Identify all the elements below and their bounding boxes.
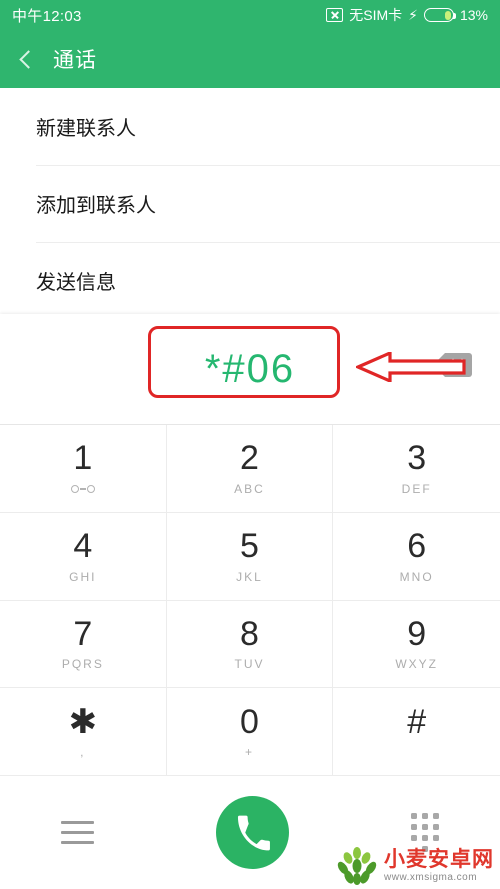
key-7[interactable]: 7 PQRS bbox=[0, 600, 167, 689]
key-1[interactable]: 1 bbox=[0, 425, 167, 513]
watermark-title: 小麦安卓网 bbox=[384, 848, 494, 871]
status-clock: 中午12:03 bbox=[12, 7, 82, 25]
key-sublabel: JKL bbox=[236, 569, 263, 584]
status-bar: 中午12:03 无SIM卡 ⚡ 13% bbox=[0, 0, 500, 30]
phone-screen: 中午12:03 无SIM卡 ⚡ 13% 通话 新建联系人 添加到联系人 发送信息… bbox=[0, 0, 500, 889]
key-digit: 6 bbox=[407, 527, 427, 566]
hamburger-menu-icon[interactable] bbox=[61, 821, 94, 844]
key-digit: 0 bbox=[240, 702, 259, 741]
status-indicators: 无SIM卡 ⚡ 13% bbox=[326, 5, 488, 25]
key-star[interactable]: ✱ , bbox=[0, 688, 167, 776]
menu-item-send-message[interactable]: 发送信息 bbox=[0, 242, 500, 314]
key-digit: 5 bbox=[240, 527, 259, 566]
back-chevron-icon[interactable] bbox=[19, 49, 38, 69]
dial-display-row: *#06 bbox=[0, 314, 500, 424]
context-menu-list: 新建联系人 添加到联系人 发送信息 bbox=[0, 88, 500, 314]
key-digit: 9 bbox=[407, 614, 427, 653]
sim-label: 无SIM卡 bbox=[349, 7, 403, 23]
key-sublabel: PQRS bbox=[61, 657, 104, 672]
key-9[interactable]: 9 WXYZ bbox=[333, 600, 500, 689]
menu-item-label: 发送信息 bbox=[36, 272, 116, 294]
key-hash[interactable]: # bbox=[333, 688, 500, 776]
key-sublabel: TUV bbox=[234, 657, 265, 672]
phone-call-button[interactable] bbox=[216, 796, 289, 869]
key-sublabel: + bbox=[244, 745, 254, 760]
battery-percent: 13% bbox=[459, 7, 488, 23]
battery-icon bbox=[423, 8, 456, 22]
key-0[interactable]: 0 + bbox=[166, 688, 334, 776]
key-digit: 2 bbox=[240, 439, 259, 478]
menu-item-label: 添加到联系人 bbox=[36, 195, 156, 217]
keypad-grid: 1 2 ABC 3 DEF 4 GHI 5 JKL 6 MNO 7 PQRS 8… bbox=[0, 424, 500, 776]
key-5[interactable]: 5 JKL bbox=[166, 512, 334, 601]
key-3[interactable]: 3 DEF bbox=[333, 425, 500, 513]
key-digit: 3 bbox=[407, 439, 427, 478]
key-sublabel: MNO bbox=[399, 569, 434, 584]
key-sublabel: WXYZ bbox=[395, 657, 438, 672]
key-digit: 8 bbox=[240, 614, 259, 653]
key-sublabel: GHI bbox=[69, 569, 97, 584]
phone-call-icon bbox=[237, 815, 270, 850]
key-digit: 1 bbox=[73, 439, 93, 478]
page-title: 通话 bbox=[53, 49, 97, 72]
no-sim-icon bbox=[326, 8, 344, 22]
key-digit: 4 bbox=[73, 527, 93, 566]
watermark-url: www.xmsigma.com bbox=[384, 872, 478, 883]
key-sublabel: DEF bbox=[401, 481, 432, 496]
dialed-number-display[interactable]: *#06 bbox=[205, 347, 295, 392]
key-digit: # bbox=[407, 702, 427, 741]
key-4[interactable]: 4 GHI bbox=[0, 512, 167, 601]
key-8[interactable]: 8 TUV bbox=[166, 600, 334, 689]
menu-item-label: 新建联系人 bbox=[36, 118, 136, 140]
key-digit: ✱ bbox=[68, 702, 98, 741]
lightning-bolt-icon: ⚡ bbox=[408, 7, 418, 23]
key-digit: 7 bbox=[73, 614, 93, 653]
voicemail-icon bbox=[70, 482, 95, 495]
app-bar: 通话 bbox=[0, 30, 500, 88]
key-sublabel: , bbox=[80, 745, 86, 760]
wheat-logo-icon bbox=[337, 847, 377, 885]
menu-item-add-to-contact[interactable]: 添加到联系人 bbox=[0, 165, 500, 242]
red-arrow-pointing-left bbox=[354, 350, 466, 384]
key-6[interactable]: 6 MNO bbox=[333, 512, 500, 601]
site-watermark: 小麦安卓网 www.xmsigma.com bbox=[335, 847, 494, 885]
key-sublabel: ABC bbox=[234, 481, 265, 496]
key-2[interactable]: 2 ABC bbox=[166, 425, 334, 513]
menu-item-new-contact[interactable]: 新建联系人 bbox=[0, 88, 500, 165]
